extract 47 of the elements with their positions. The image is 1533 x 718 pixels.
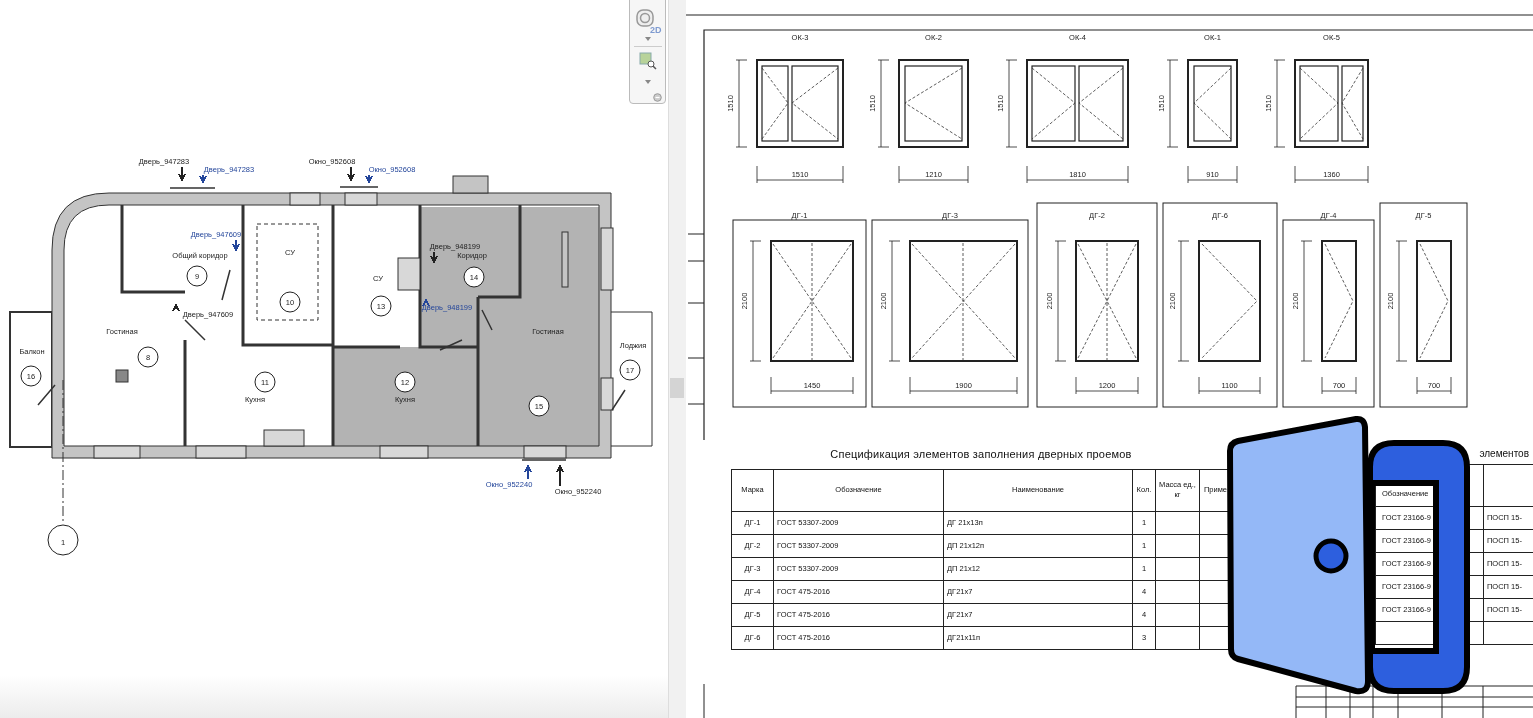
window-symbol	[344, 192, 378, 206]
scroll-thumb[interactable]	[670, 378, 684, 398]
collapse-icon[interactable]	[653, 93, 662, 102]
caret-icon[interactable]	[644, 80, 651, 84]
room-tag-circle	[20, 365, 42, 387]
zoom-icon[interactable]	[638, 52, 657, 70]
table-cell	[1155, 557, 1200, 580]
table-cell	[1155, 534, 1200, 557]
window-symbol	[600, 227, 614, 291]
window-symbol	[195, 445, 247, 459]
vent-shaft	[452, 175, 489, 194]
room-tag-circle	[254, 371, 276, 393]
dimension-line	[1198, 376, 1261, 395]
room-tag-circle	[186, 265, 208, 287]
fixture-symbol	[397, 257, 421, 291]
view-cube-button[interactable]: 2D	[633, 9, 662, 35]
scrollbar[interactable]	[668, 0, 686, 718]
column-symbol	[115, 369, 129, 383]
dimension-line	[898, 165, 969, 184]
window-symbol	[379, 445, 429, 459]
window-symbol	[600, 377, 614, 411]
fixture-symbol	[263, 429, 305, 447]
room-tag-circle	[528, 395, 550, 417]
room-tag-circle	[394, 371, 416, 393]
table-cell	[1155, 626, 1200, 649]
dimension-line	[1321, 376, 1357, 395]
dimension-line	[1075, 376, 1139, 395]
view-label: 2D	[650, 26, 662, 35]
grid-bubble-circle	[47, 524, 79, 556]
room-tag-circle	[463, 266, 485, 288]
room-tag-circle	[137, 346, 159, 368]
window-symbol	[523, 445, 567, 459]
window-symbol	[289, 192, 321, 206]
table-cell	[1155, 603, 1200, 626]
radiator-symbol	[561, 231, 569, 288]
schedule-title: элементов	[1478, 447, 1529, 461]
room-tag-circle	[279, 291, 301, 313]
table-cell	[1155, 580, 1200, 603]
view-cube-icon	[635, 9, 656, 29]
caret-icon[interactable]	[644, 37, 651, 41]
room-tag-circle	[619, 359, 641, 381]
schedule-title: Спецификация элементов заполнения дверных проемов	[829, 447, 1133, 462]
window-symbol	[93, 445, 141, 459]
dimension-line	[1416, 376, 1452, 395]
dimension-line	[1187, 165, 1238, 184]
room-tag-circle	[370, 295, 392, 317]
table-cell	[1155, 511, 1200, 534]
